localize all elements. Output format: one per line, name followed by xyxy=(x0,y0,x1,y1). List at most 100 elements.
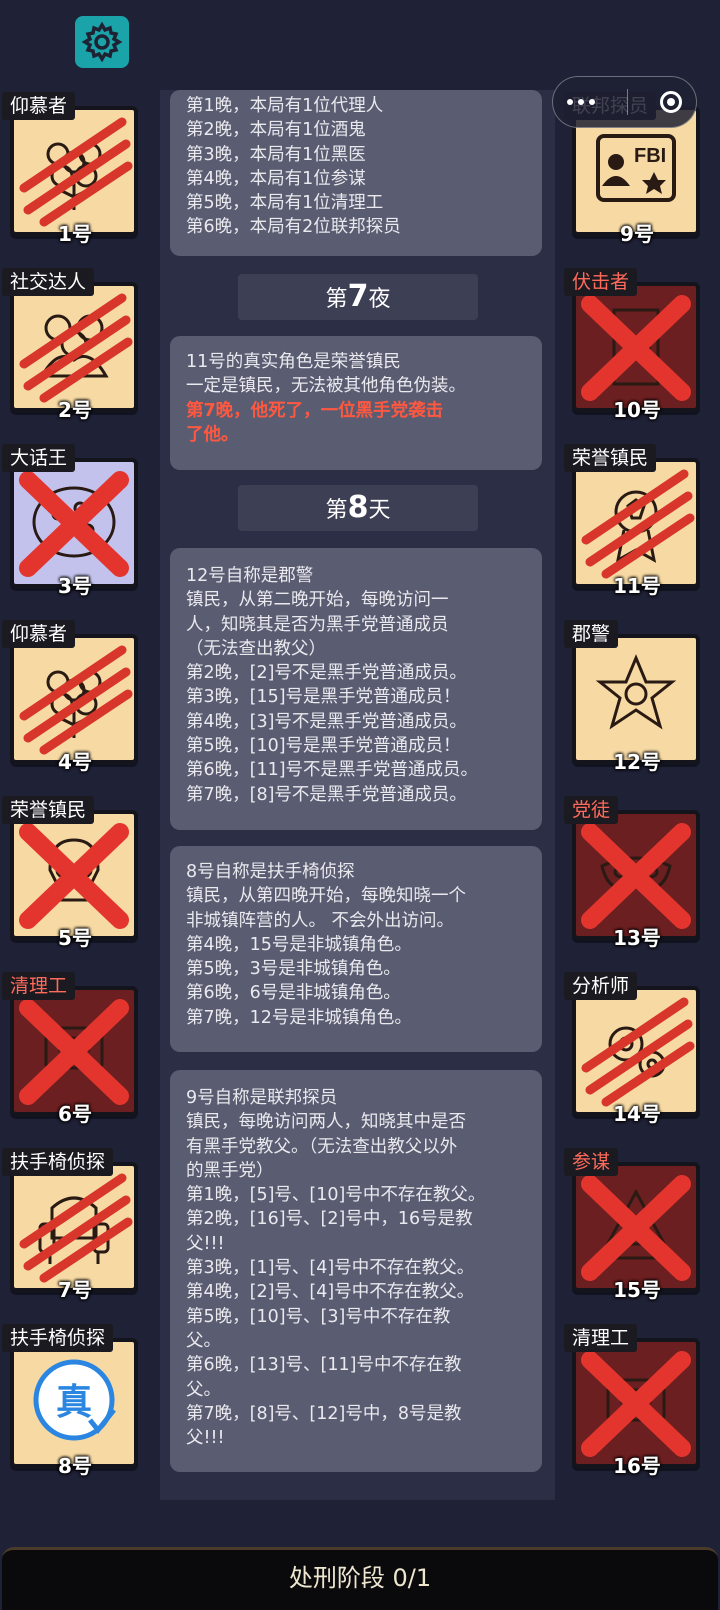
role-card[interactable] xyxy=(572,1162,700,1292)
log-line: 第7晚，[8]号不是黑手党普通成员。 xyxy=(186,784,467,805)
log-line: 第6晚，[13]号、[11]号中不存在教 xyxy=(186,1355,462,1376)
log-line: 第4晚，[3]号不是黑手党普通成员。 xyxy=(186,711,467,732)
log-line: 12号自称是郡警 xyxy=(186,566,314,586)
player-slot-12号[interactable]: 郡警 12号 xyxy=(562,620,702,778)
role-name-tag: 仰慕者 xyxy=(2,620,76,648)
role-name-tag: 伏击者 xyxy=(564,268,638,296)
log-line: 第7晚，他死了，一位黑手党袭击 xyxy=(186,400,444,421)
log-line: 有黑手党教父。（无法查出教父以外 xyxy=(186,1136,458,1157)
player-number: 6号 xyxy=(58,1102,92,1126)
player-slot-10号[interactable]: 伏击者 10号 xyxy=(562,268,702,426)
player-slot-2号[interactable]: 社交达人 2号 xyxy=(0,268,140,426)
player-number: 13号 xyxy=(613,926,661,950)
role-card[interactable] xyxy=(572,1338,700,1468)
log-bubble-claim-8: 8号自称是扶手椅侦探 镇民，从第四晚开始，每晚知晓一个 非城镇阵营的人。 不会外出访… xyxy=(170,846,542,1052)
player-number: 12号 xyxy=(613,750,661,774)
role-name-tag: 扶手椅侦探 xyxy=(2,1324,114,1352)
player-slot-13号[interactable]: 党徒 13号 xyxy=(562,796,702,954)
log-line: 父!!! xyxy=(186,1428,225,1449)
player-slot-1号[interactable]: 仰慕者 1号 xyxy=(0,92,140,250)
claw-mark-icon xyxy=(14,110,134,232)
log-bubble-claim-12: 12号自称是郡警 镇民，从第二晚开始，每晚访问一 人，知晓其是否为黑手党普通成员 （无… xyxy=(170,548,542,830)
claw-mark-icon xyxy=(14,1166,134,1288)
role-card[interactable] xyxy=(10,810,138,940)
log-line: 非城镇阵营的人。 不会外出访问。 xyxy=(186,910,455,931)
night-7-header: 第7夜 xyxy=(238,274,478,320)
log-line: 了他。 xyxy=(186,424,239,445)
player-number: 14号 xyxy=(613,1102,661,1126)
game-log-panel[interactable]: 第1晚，本局有1位代理人 第2晚，本局有1位酒鬼 第3晚，本局有1位黑医 第4晚，本局… xyxy=(160,90,555,1500)
more-dots-icon[interactable] xyxy=(567,99,595,105)
player-number: 9号 xyxy=(620,222,654,246)
log-line: 第2晚，[16]号、[2]号中，16号是教 xyxy=(186,1209,473,1230)
verified-badge-icon: 真 xyxy=(28,1354,120,1446)
player-slot-11号[interactable]: 荣誉镇民 11号 xyxy=(562,444,702,602)
player-slot-3号[interactable]: 大话王 3号 xyxy=(0,444,140,602)
player-number: 2号 xyxy=(58,398,92,422)
log-line: 父!!! xyxy=(186,1233,225,1254)
sheriff-star-icon xyxy=(590,650,682,742)
role-card[interactable] xyxy=(572,986,700,1116)
log-line: 8号自称是扶手椅侦探 xyxy=(186,862,355,882)
role-card[interactable] xyxy=(10,1162,138,1292)
execution-phase-bar[interactable]: 处刑阶段 0/1 xyxy=(2,1547,718,1610)
role-name-tag: 社交达人 xyxy=(2,268,95,296)
player-slot-7号[interactable]: 扶手椅侦探 7号 xyxy=(0,1148,140,1306)
claw-mark-icon xyxy=(14,286,134,408)
role-card[interactable] xyxy=(572,282,700,412)
player-slot-6号[interactable]: 清理工 6号 xyxy=(0,972,140,1130)
log-line: 第3晚，[1]号、[4]号中不存在教父。 xyxy=(186,1258,475,1279)
player-slot-15号[interactable]: 参谋 15号 xyxy=(562,1148,702,1306)
player-number: 7号 xyxy=(58,1278,92,1302)
log-line: 第7晚，12号是非城镇角色。 xyxy=(186,1007,412,1028)
mini-program-capsule xyxy=(552,76,697,128)
role-card[interactable] xyxy=(572,458,700,588)
log-line: 第3晚，[15]号是黑手党普通成员！ xyxy=(186,687,461,708)
log-line: 第4晚，本局有1位参谋 xyxy=(186,168,366,189)
settings-button[interactable] xyxy=(75,16,129,68)
player-number: 5号 xyxy=(58,926,92,950)
role-name-tag: 分析师 xyxy=(564,972,638,1000)
role-card[interactable] xyxy=(10,986,138,1116)
death-cross-icon xyxy=(576,1166,696,1288)
player-slot-4号[interactable]: 仰慕者 4号 xyxy=(0,620,140,778)
role-card[interactable] xyxy=(10,106,138,236)
claw-mark-icon xyxy=(576,990,696,1112)
log-line: 第5晚，3号是非城镇角色。 xyxy=(186,959,401,980)
role-card[interactable] xyxy=(10,282,138,412)
log-line: 的黑手党） xyxy=(186,1160,274,1181)
player-slot-5号[interactable]: 荣誉镇民 5号 xyxy=(0,796,140,954)
log-line: 第7晚，[8]号、[12]号中，8号是教 xyxy=(186,1403,462,1424)
log-line: 父。 xyxy=(186,1330,221,1351)
role-card[interactable] xyxy=(10,458,138,588)
player-slot-8号[interactable]: 真 扶手椅侦探 8号 xyxy=(0,1324,140,1482)
role-card[interactable]: 真 xyxy=(10,1338,138,1468)
role-name-tag: 清理工 xyxy=(564,1324,638,1352)
claw-mark-icon xyxy=(576,462,696,584)
player-slot-16号[interactable]: 清理工 16号 xyxy=(562,1324,702,1482)
gear-icon xyxy=(81,21,123,63)
log-line: 第6晚，6号是非城镇角色。 xyxy=(186,983,401,1004)
log-line: 第5晚，本局有1位清理工 xyxy=(186,193,384,214)
log-line: 第2晚，[2]号不是黑手党普通成员。 xyxy=(186,663,467,684)
role-name-tag: 扶手椅侦探 xyxy=(2,1148,114,1176)
target-circle-icon[interactable] xyxy=(660,91,682,113)
capsule-divider xyxy=(627,89,628,115)
death-cross-icon xyxy=(576,1342,696,1464)
log-line: 第4晚，15号是非城镇角色。 xyxy=(186,934,412,955)
log-line: 一定是镇民，无法被其他角色伪装。 xyxy=(186,376,466,397)
log-line: 第4晚，[2]号、[4]号中不存在教父。 xyxy=(186,1282,475,1303)
role-card[interactable] xyxy=(572,634,700,764)
player-slot-14号[interactable]: 分析师 14号 xyxy=(562,972,702,1130)
role-card[interactable] xyxy=(572,810,700,940)
role-name-tag: 荣誉镇民 xyxy=(564,444,657,472)
player-number: 16号 xyxy=(613,1454,661,1478)
death-cross-icon xyxy=(14,814,134,936)
log-bubble-victim-11: 11号的真实角色是荣誉镇民 一定是镇民，无法被其他角色伪装。 第7晚，他死了，一位黑… xyxy=(170,336,542,470)
log-line: 镇民，每晚访问两人，知晓其中是否 xyxy=(186,1112,466,1133)
log-line: 9号自称是联邦探员 xyxy=(186,1088,338,1108)
player-number: 11号 xyxy=(613,574,661,598)
role-card[interactable] xyxy=(10,634,138,764)
player-number: 8号 xyxy=(58,1454,92,1478)
log-line: 第2晚，本局有1位酒鬼 xyxy=(186,120,366,141)
